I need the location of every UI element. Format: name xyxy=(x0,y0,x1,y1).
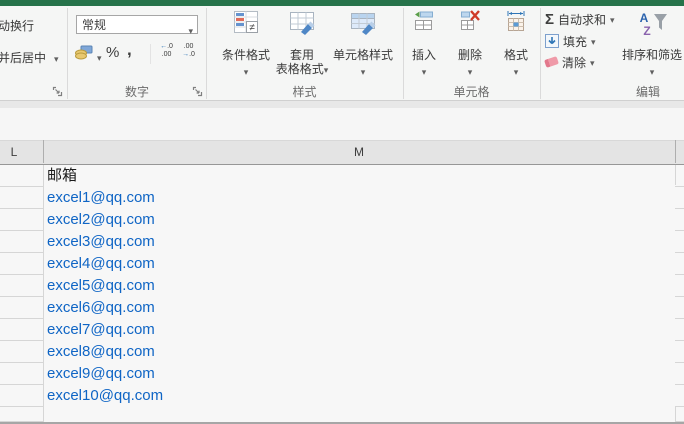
column-header-l[interactable]: L xyxy=(0,141,28,164)
percent-style-button[interactable]: % xyxy=(106,44,119,61)
accounting-format-icon xyxy=(74,45,94,61)
editing-group-label: 编辑 xyxy=(540,83,684,100)
gridline xyxy=(43,165,44,422)
cell-m5-email-link[interactable]: excel4@qq.com xyxy=(47,253,155,275)
insert-cells-button[interactable]: 插入 xyxy=(404,8,444,78)
merge-center-button[interactable]: 并后居中 xyxy=(0,49,59,66)
number-group-label: 数字 xyxy=(68,83,206,100)
cell-m1[interactable]: 邮箱 xyxy=(47,165,77,187)
format-label: 格式 xyxy=(496,46,536,63)
cell-m7-email-link[interactable]: excel6@qq.com xyxy=(47,297,155,319)
gridlines-right xyxy=(675,165,684,408)
svg-text:≠: ≠ xyxy=(249,23,255,34)
header-border xyxy=(675,140,676,163)
cells-group-label: 单元格 xyxy=(403,83,540,100)
chevron-down-icon xyxy=(216,64,276,78)
conditional-formatting-label: 条件格式 xyxy=(216,46,276,63)
conditional-formatting-button[interactable]: ≠ 条件格式 xyxy=(216,8,276,78)
increase-decimal-icon-2: .00 xyxy=(156,51,177,59)
chevron-down-icon xyxy=(404,64,444,78)
decrease-decimal-icon-2: →.0 xyxy=(178,51,199,59)
eraser-icon xyxy=(544,56,559,68)
autosum-label: 自动求和 xyxy=(558,11,606,28)
cell-styles-label: 单元格样式 xyxy=(333,46,393,63)
merge-center-label: 并后居中 xyxy=(0,51,46,65)
svg-text:A: A xyxy=(640,11,649,25)
conditional-formatting-icon: ≠ xyxy=(233,10,259,36)
chevron-down-icon xyxy=(590,55,595,69)
autosum-sigma-icon: Σ xyxy=(545,11,554,28)
chevron-down-icon xyxy=(610,12,615,26)
number-format-select[interactable]: 常规 xyxy=(76,15,198,34)
autosum-button[interactable]: Σ 自动求和 xyxy=(545,10,615,28)
cell-m3-email-link[interactable]: excel2@qq.com xyxy=(47,209,155,231)
sort-filter-label: 排序和筛选 xyxy=(620,46,684,63)
format-as-table-icon xyxy=(289,10,315,36)
chevron-down-icon xyxy=(188,21,193,40)
gridline xyxy=(675,165,676,185)
cell-m10-email-link[interactable]: excel9@qq.com xyxy=(47,363,155,385)
decrease-decimal-button[interactable]: .00 →.0 xyxy=(178,43,199,63)
chevron-down-icon xyxy=(591,34,596,48)
chevron-down-icon xyxy=(450,64,490,78)
chevron-down-icon xyxy=(324,62,329,76)
format-as-table-button[interactable]: 套用 表格格式 xyxy=(272,8,332,78)
cell-m2-email-link[interactable]: excel1@qq.com xyxy=(47,187,155,209)
clear-label: 清除 xyxy=(562,54,586,71)
column-header-row: L M xyxy=(0,140,684,166)
excel-window: 动换行 并后居中 常规 % , ← xyxy=(0,0,684,424)
column-header-m[interactable]: M xyxy=(43,141,675,164)
header-border xyxy=(43,140,44,163)
delete-cells-icon xyxy=(460,10,480,32)
increase-decimal-button[interactable]: ←.0 .00 xyxy=(156,43,177,63)
delete-label: 删除 xyxy=(450,46,490,63)
format-cells-button[interactable]: 格式 xyxy=(496,8,536,78)
sort-filter-icon: A Z xyxy=(636,10,668,38)
chevron-down-icon xyxy=(620,64,684,78)
styles-group-label: 样式 xyxy=(206,83,403,100)
clear-button[interactable]: 清除 xyxy=(545,53,595,71)
cell-m6-email-link[interactable]: excel5@qq.com xyxy=(47,275,155,297)
insert-label: 插入 xyxy=(404,46,444,63)
cell-m9-email-link[interactable]: excel8@qq.com xyxy=(47,341,155,363)
dialog-launcher-icon xyxy=(52,86,63,97)
ribbon: 动换行 并后居中 常规 % , ← xyxy=(0,6,684,101)
cell-m4-email-link[interactable]: excel3@qq.com xyxy=(47,231,155,253)
number-format-value: 常规 xyxy=(82,18,106,32)
formula-bar-area xyxy=(0,108,684,140)
cell-styles-icon xyxy=(350,10,376,36)
fill-label: 填充 xyxy=(563,33,587,50)
wrap-text-button[interactable]: 动换行 xyxy=(0,17,34,34)
gridlines-left xyxy=(0,165,43,408)
insert-cells-icon xyxy=(414,10,434,32)
format-as-table-label-2: 表格格式 xyxy=(272,60,332,77)
chevron-down-icon xyxy=(333,64,393,78)
separator xyxy=(150,44,151,64)
format-cells-icon xyxy=(506,10,526,32)
fill-icon xyxy=(545,34,559,48)
decrease-decimal-icon: .00 xyxy=(178,43,199,51)
cell-styles-button[interactable]: 单元格样式 xyxy=(333,8,393,78)
accounting-format-button[interactable] xyxy=(74,45,106,63)
svg-text:Z: Z xyxy=(643,24,650,38)
cell-m11-email-link[interactable]: excel10@qq.com xyxy=(47,385,163,407)
sort-filter-button[interactable]: A Z 排序和筛选 xyxy=(620,8,684,78)
fill-button[interactable]: 填充 xyxy=(545,32,596,50)
increase-decimal-icon: ←.0 xyxy=(156,43,177,51)
alignment-dialog-launcher[interactable] xyxy=(52,84,63,95)
delete-cells-button[interactable]: 删除 xyxy=(450,8,490,78)
comma-style-button[interactable]: , xyxy=(127,40,132,60)
chevron-down-icon xyxy=(496,64,536,78)
ribbon-bottom-band xyxy=(0,100,684,108)
chevron-down-icon xyxy=(54,51,59,65)
cell-m8-email-link[interactable]: excel7@qq.com xyxy=(47,319,155,341)
chevron-down-icon xyxy=(97,50,102,64)
gridline xyxy=(675,407,676,421)
